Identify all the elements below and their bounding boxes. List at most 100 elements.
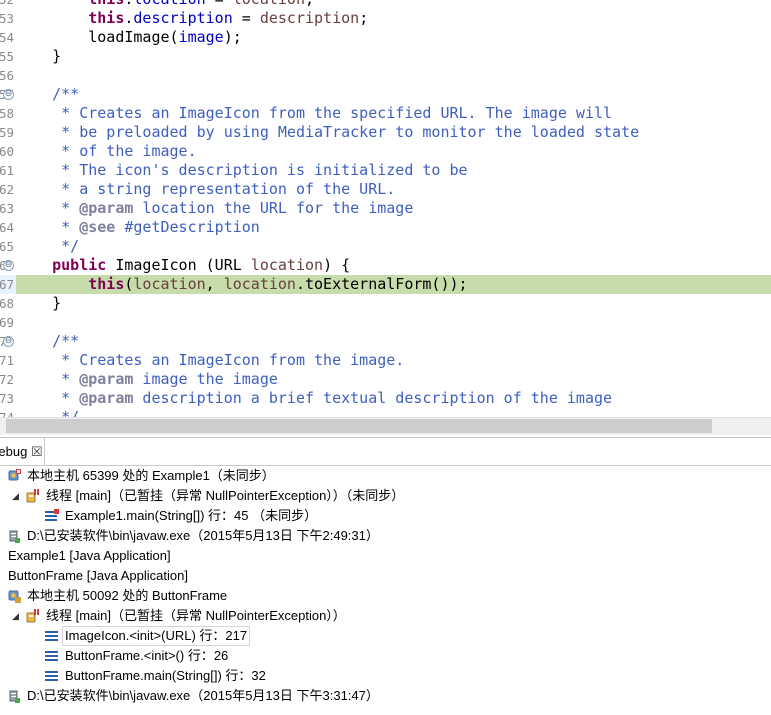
- expand-toggle-icon[interactable]: ◢: [12, 607, 19, 627]
- line-number: 62: [0, 182, 14, 197]
- debug-tree-item-label: Example1 [Java Application]: [8, 548, 171, 563]
- close-icon[interactable]: ☒: [31, 438, 43, 465]
- code-line[interactable]: 65 */: [0, 237, 771, 256]
- code-token: this: [88, 0, 124, 8]
- scrollbar-thumb[interactable]: [6, 419, 712, 433]
- line-number: 55: [0, 49, 14, 64]
- fold-collapse-icon[interactable]: ⊖: [3, 89, 14, 100]
- code-line[interactable]: 63 * @param location the URL for the ima…: [0, 199, 771, 218]
- code-line[interactable]: 59 * be preloaded by using MediaTracker …: [0, 123, 771, 142]
- debug-tree-item[interactable]: Example1 [Java Application]: [0, 546, 771, 566]
- code-token: ;: [359, 9, 369, 27]
- debug-tree-item[interactable]: Example1.main(String[]) 行：45 （未同步）: [0, 506, 771, 526]
- fold-collapse-icon[interactable]: ⊖: [3, 336, 14, 347]
- code-token: location: [233, 0, 305, 8]
- debug-tree-item-label: ButtonFrame.<init>() 行：26: [65, 648, 229, 663]
- code-token: /**: [16, 332, 80, 350]
- code-text: * Creates an ImageIcon from the image.: [16, 351, 771, 370]
- code-token: location: [133, 275, 206, 293]
- debug-tree-item[interactable]: ButtonFrame.<init>() 行：26: [0, 646, 771, 666]
- code-token: location: [133, 0, 205, 8]
- code-token: =: [232, 9, 260, 27]
- code-token: this: [88, 9, 125, 27]
- debug-tree-item-label: 本地主机 65399 处的 Example1（未同步）: [27, 468, 275, 483]
- code-line[interactable]: 54 loadImage(image);: [0, 28, 771, 47]
- debug-tree-item[interactable]: D:\已安装软件\bin\javaw.exe（2015年5月13日 下午2:49…: [0, 526, 771, 546]
- code-line[interactable]: 56: [0, 66, 771, 85]
- code-line[interactable]: 62 * a string representation of the URL.: [0, 180, 771, 199]
- code-token: *: [16, 199, 80, 217]
- editor-horizontal-scrollbar[interactable]: [0, 417, 771, 435]
- code-line[interactable]: 68 }: [0, 294, 771, 313]
- line-number: 56: [0, 68, 14, 83]
- fold-collapse-icon[interactable]: ⊖: [3, 260, 14, 271]
- debug-tree-item-label: 线程 [main]（已暂挂（异常 NullPointerException））（…: [46, 488, 405, 503]
- code-token: * a string representation of the URL.: [16, 180, 396, 198]
- debug-tree-item[interactable]: ◢ 线程 [main]（已暂挂（异常 NullPointerException））…: [0, 486, 771, 506]
- line-number: 63: [0, 201, 14, 216]
- line-number: 64: [0, 220, 14, 235]
- line-number: 67: [0, 277, 14, 292]
- code-line[interactable]: 72 * @param image the image: [0, 370, 771, 389]
- code-text: }: [16, 294, 771, 313]
- code-token: @param: [79, 370, 134, 388]
- code-text: }: [16, 47, 771, 66]
- debug-tree-item-label: ImageIcon.<init>(URL) 行：217: [62, 626, 251, 646]
- current-debug-line[interactable]: 67 this(location, location.toExternalFor…: [0, 275, 771, 294]
- debug-tree-item-label: D:\已安装软件\bin\javaw.exe（2015年5月13日 下午2:49…: [27, 528, 379, 543]
- debug-tab-label: Debug: [0, 444, 28, 459]
- code-token: * Creates an ImageIcon from the image.: [16, 351, 405, 369]
- debug-tree-item[interactable]: ButtonFrame.main(String[]) 行：32: [0, 666, 771, 686]
- code-line[interactable]: 69: [0, 313, 771, 332]
- code-text: * Creates an ImageIcon from the specifie…: [16, 104, 771, 123]
- debug-tree-item-label: 本地主机 50092 处的 ButtonFrame: [27, 588, 228, 603]
- code-token: =: [206, 0, 233, 8]
- code-text: * a string representation of the URL.: [16, 180, 771, 199]
- line-number: 74: [0, 408, 14, 417]
- debug-tree-item[interactable]: ImageIcon.<init>(URL) 行：217: [0, 626, 771, 646]
- debug-tree-item[interactable]: ButtonFrame [Java Application]: [0, 566, 771, 586]
- code-line[interactable]: 55 }: [0, 47, 771, 66]
- code-line[interactable]: 60 * of the image.: [0, 142, 771, 161]
- code-token: * The icon's description is initialized …: [16, 161, 468, 179]
- code-token: *: [16, 218, 80, 236]
- code-line[interactable]: 53 this.description = description;: [0, 9, 771, 28]
- debug-tree-item[interactable]: ◢ 线程 [main]（已暂挂（异常 NullPointerException））: [0, 606, 771, 626]
- code-token: image the image: [133, 370, 278, 388]
- code-token: ) {: [323, 256, 351, 274]
- debug-tree-item[interactable]: D:\已安装软件\bin\javaw.exe（2015年5月13日 下午3:31…: [0, 686, 771, 706]
- tab-debug[interactable]: Debug ☒: [0, 438, 45, 465]
- code-line[interactable]: 66⊖ public ImageIcon (URL location) {: [0, 256, 771, 275]
- code-line[interactable]: 73 * @param description a brief textual …: [0, 389, 771, 408]
- code-line[interactable]: 70⊖ /**: [0, 332, 771, 351]
- debug-tree-item[interactable]: 本地主机 50092 处的 ButtonFrame: [0, 586, 771, 606]
- code-token: ,: [205, 275, 224, 293]
- process-icon: [7, 529, 21, 543]
- stack-frame-icon: [45, 629, 59, 643]
- code-line[interactable]: 64 * @see #getDescription: [0, 218, 771, 237]
- expand-toggle-icon[interactable]: ◢: [12, 487, 19, 507]
- debug-tree-item-label: ButtonFrame [Java Application]: [8, 568, 188, 583]
- code-token: */: [16, 237, 80, 255]
- code-line[interactable]: 61 * The icon's description is initializ…: [0, 161, 771, 180]
- code-line[interactable]: 57⊖ /**: [0, 85, 771, 104]
- code-line[interactable]: 71 * Creates an ImageIcon from the image…: [0, 351, 771, 370]
- code-token: }: [16, 294, 62, 312]
- code-line[interactable]: 74 */: [0, 408, 771, 417]
- line-number: 52: [0, 0, 14, 9]
- code-token: location: [223, 275, 296, 293]
- code-text: this(location, location.toExternalForm()…: [16, 275, 771, 294]
- code-text: * @param image the image: [16, 370, 771, 389]
- debug-tree-item[interactable]: 本地主机 65399 处的 Example1（未同步）: [0, 466, 771, 486]
- code-line[interactable]: 58 * Creates an ImageIcon from the speci…: [0, 104, 771, 123]
- stack-frame-error-icon: [45, 509, 59, 523]
- code-line[interactable]: 52 this.location = location;: [0, 0, 771, 9]
- code-token: .toExternalForm());: [295, 275, 468, 293]
- debug-view: Debug ☒ 本地主机 65399 处的 Example1（未同步） ◢ 线程 […: [0, 437, 771, 715]
- code-token: );: [223, 28, 242, 46]
- code-editor[interactable]: 52 this.location = location;53 this.desc…: [0, 0, 771, 417]
